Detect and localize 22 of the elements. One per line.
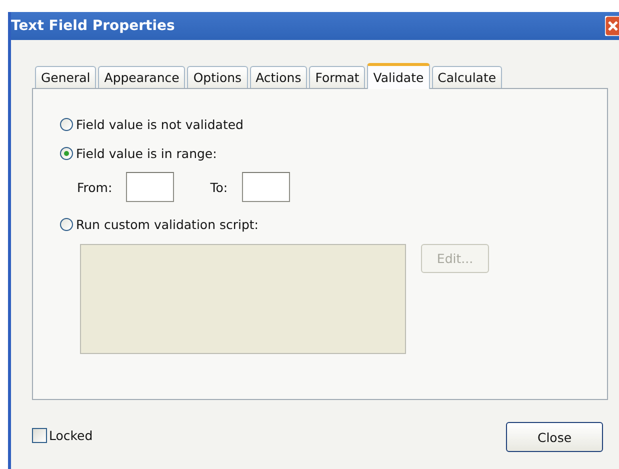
to-label: To: (210, 180, 228, 194)
tab[interactable]: Format (309, 66, 366, 88)
from-field[interactable] (126, 172, 174, 202)
to-field[interactable] (242, 172, 290, 202)
checkbox[interactable] (32, 428, 47, 443)
tab[interactable]: Calculate (432, 66, 502, 88)
radio-label[interactable]: Field value is not validated (76, 116, 244, 132)
from-label: From: (77, 180, 112, 194)
radio-button[interactable] (60, 118, 73, 130)
close-button[interactable]: Close (506, 422, 603, 452)
tab[interactable]: Actions (250, 66, 308, 88)
tab[interactable]: General (35, 66, 96, 88)
window-title: Text Field Properties (11, 18, 175, 34)
radio-button[interactable] (60, 146, 73, 160)
radio-label[interactable]: Run custom validation script: (76, 216, 259, 232)
radio-button[interactable] (60, 218, 73, 230)
close-icon[interactable] (605, 16, 619, 36)
checkbox-label[interactable]: Locked (49, 428, 93, 443)
tab[interactable]: Validate (367, 63, 430, 89)
radio-label[interactable]: Field value is in range: (76, 146, 217, 160)
tab[interactable]: Appearance (98, 66, 186, 88)
tab[interactable]: Options (187, 66, 248, 88)
